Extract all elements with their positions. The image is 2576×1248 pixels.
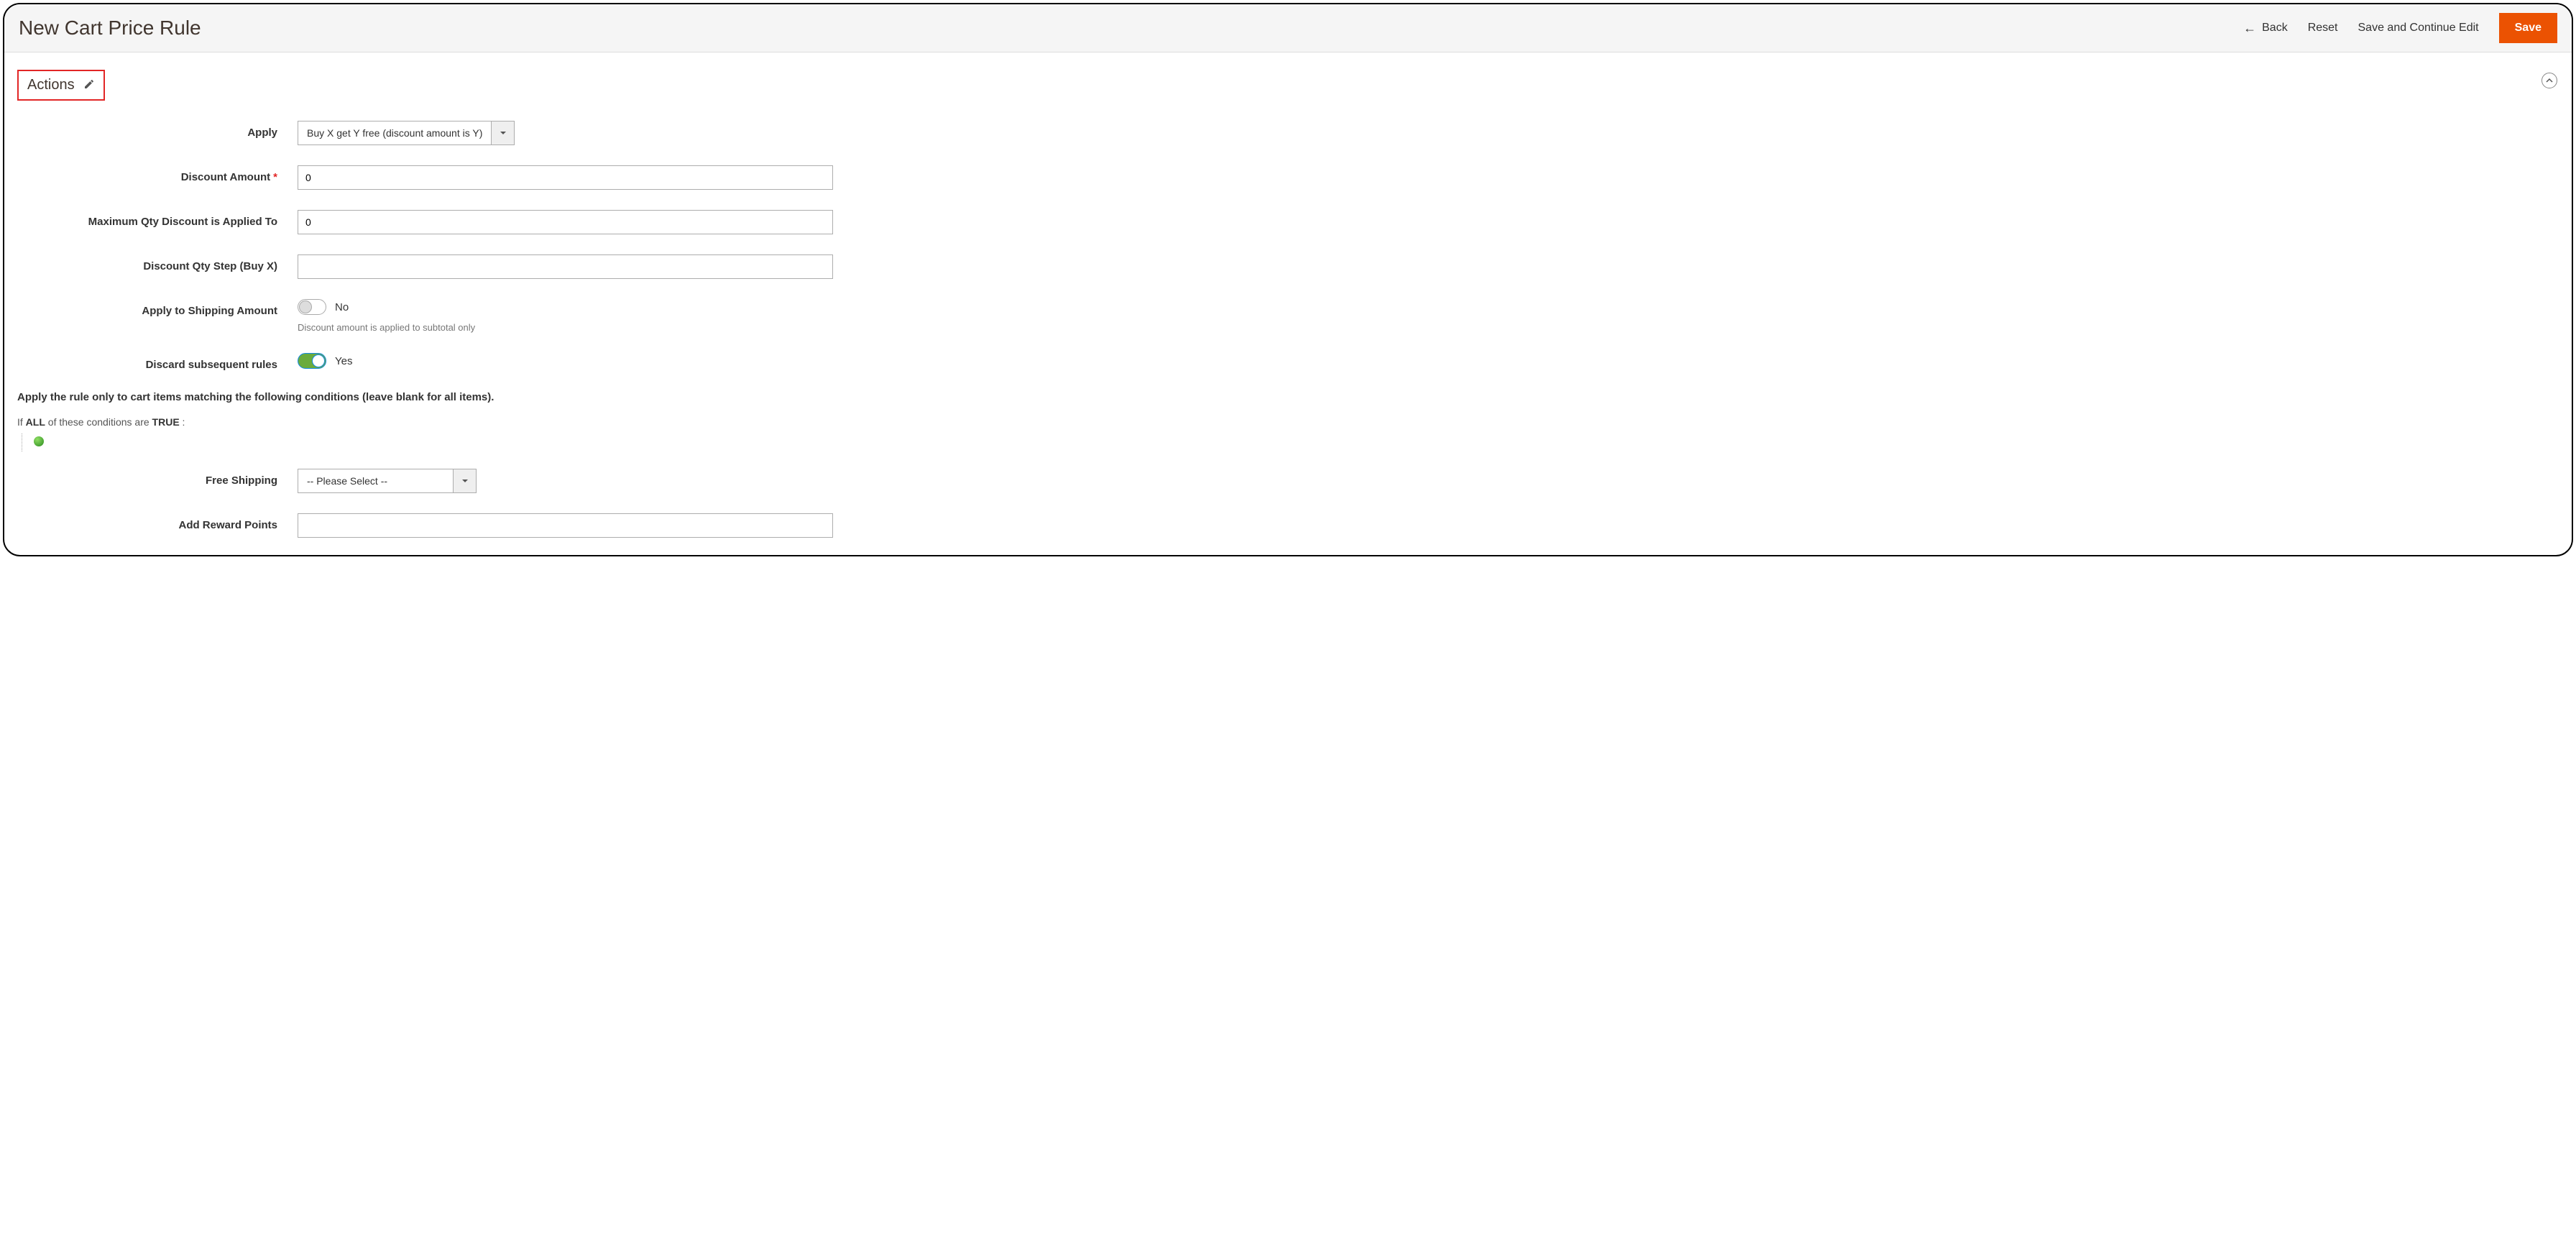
cond-all-link[interactable]: ALL [26, 416, 45, 428]
back-button[interactable]: ← Back [2243, 22, 2288, 35]
free-shipping-caret[interactable] [453, 469, 476, 492]
free-shipping-value: -- Please Select -- [298, 469, 453, 492]
reset-button[interactable]: Reset [2308, 22, 2338, 35]
free-shipping-select[interactable]: -- Please Select -- [298, 469, 477, 493]
header-actions: ← Back Reset Save and Continue Edit Save [2243, 13, 2557, 43]
condition-tree [22, 433, 2559, 451]
reward-points-label: Add Reward Points [17, 513, 298, 531]
toggle-knob [299, 300, 312, 313]
qty-step-row: Discount Qty Step (Buy X) [17, 254, 2559, 279]
apply-select[interactable]: Buy X get Y free (discount amount is Y) [298, 121, 515, 145]
add-condition-icon[interactable] [34, 436, 44, 446]
apply-shipping-help: Discount amount is applied to subtotal o… [298, 322, 475, 333]
apply-select-caret[interactable] [491, 121, 514, 144]
discard-rules-value: Yes [335, 355, 352, 367]
apply-shipping-row: Apply to Shipping Amount No Discount amo… [17, 299, 2559, 333]
qty-step-input[interactable] [298, 254, 833, 279]
discard-rules-row: Discard subsequent rules Yes [17, 353, 2559, 371]
section-title: Actions [27, 77, 75, 93]
apply-row: Apply Buy X get Y free (discount amount … [17, 121, 2559, 145]
free-shipping-label: Free Shipping [17, 469, 298, 487]
caret-down-icon [500, 129, 507, 137]
free-shipping-row: Free Shipping -- Please Select -- [17, 469, 2559, 493]
discard-rules-label: Discard subsequent rules [17, 353, 298, 371]
apply-shipping-value: No [335, 301, 349, 313]
discard-rules-toggle[interactable] [298, 353, 326, 369]
back-arrow-icon: ← [2243, 22, 2256, 35]
actions-section-header: Actions [17, 70, 105, 101]
max-qty-row: Maximum Qty Discount is Applied To [17, 210, 2559, 234]
rules-heading: Apply the rule only to cart items matchi… [17, 391, 2559, 403]
collapse-toggle[interactable] [2542, 73, 2557, 88]
discount-amount-label: Discount Amount* [17, 165, 298, 183]
discount-amount-row: Discount Amount* [17, 165, 2559, 190]
reward-points-input[interactable] [298, 513, 833, 538]
apply-shipping-label: Apply to Shipping Amount [17, 299, 298, 317]
max-qty-input[interactable] [298, 210, 833, 234]
discount-amount-input[interactable] [298, 165, 833, 190]
content-wrapper: Actions Apply Buy X get Y free (discount… [4, 52, 2572, 555]
pencil-icon [83, 78, 95, 92]
back-label: Back [2262, 22, 2288, 35]
max-qty-label: Maximum Qty Discount is Applied To [17, 210, 298, 228]
save-button[interactable]: Save [2499, 13, 2557, 43]
toggle-knob [312, 354, 325, 367]
save-continue-button[interactable]: Save and Continue Edit [2358, 22, 2479, 35]
reward-points-row: Add Reward Points [17, 513, 2559, 538]
caret-down-icon [461, 477, 469, 485]
qty-step-label: Discount Qty Step (Buy X) [17, 254, 298, 272]
page-header: New Cart Price Rule ← Back Reset Save an… [4, 4, 2572, 52]
apply-shipping-toggle[interactable] [298, 299, 326, 315]
condition-line: If ALL of these conditions are TRUE : [17, 416, 2559, 428]
chevron-up-icon [2546, 77, 2553, 84]
cond-true-link[interactable]: TRUE [152, 416, 180, 428]
apply-label: Apply [17, 121, 298, 139]
page-title: New Cart Price Rule [19, 17, 201, 40]
apply-select-value: Buy X get Y free (discount amount is Y) [298, 121, 491, 144]
